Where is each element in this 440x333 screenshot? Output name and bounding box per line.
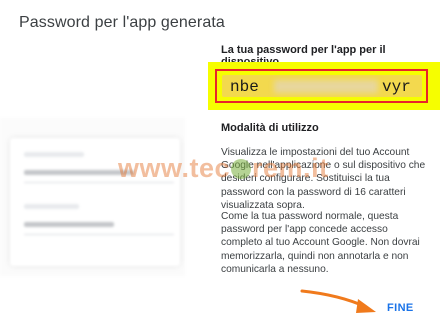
password-redacted bbox=[274, 80, 378, 93]
usage-warning: Come la tua password normale, questa pas… bbox=[221, 211, 420, 275]
site-watermark: www.tec rem.it bbox=[118, 153, 329, 184]
password-start: nbe bbox=[230, 78, 259, 96]
watermark-globe-icon bbox=[231, 159, 252, 179]
password-end: vyr bbox=[382, 78, 411, 96]
password-frame: nbe vyr bbox=[215, 69, 428, 103]
dialog-title: Password per l'app generata bbox=[19, 14, 225, 31]
generated-password[interactable]: nbe vyr bbox=[222, 75, 422, 97]
blurred-device-illustration bbox=[0, 118, 185, 276]
watermark-text-end: rem.it bbox=[252, 153, 329, 183]
password-highlight: nbe vyr bbox=[208, 62, 440, 110]
usage-heading: Modalità di utilizzo bbox=[221, 122, 319, 134]
done-button[interactable]: FINE bbox=[383, 298, 418, 318]
pointer-arrow-icon bbox=[300, 289, 376, 313]
watermark-text-start: www.tec bbox=[118, 153, 231, 183]
